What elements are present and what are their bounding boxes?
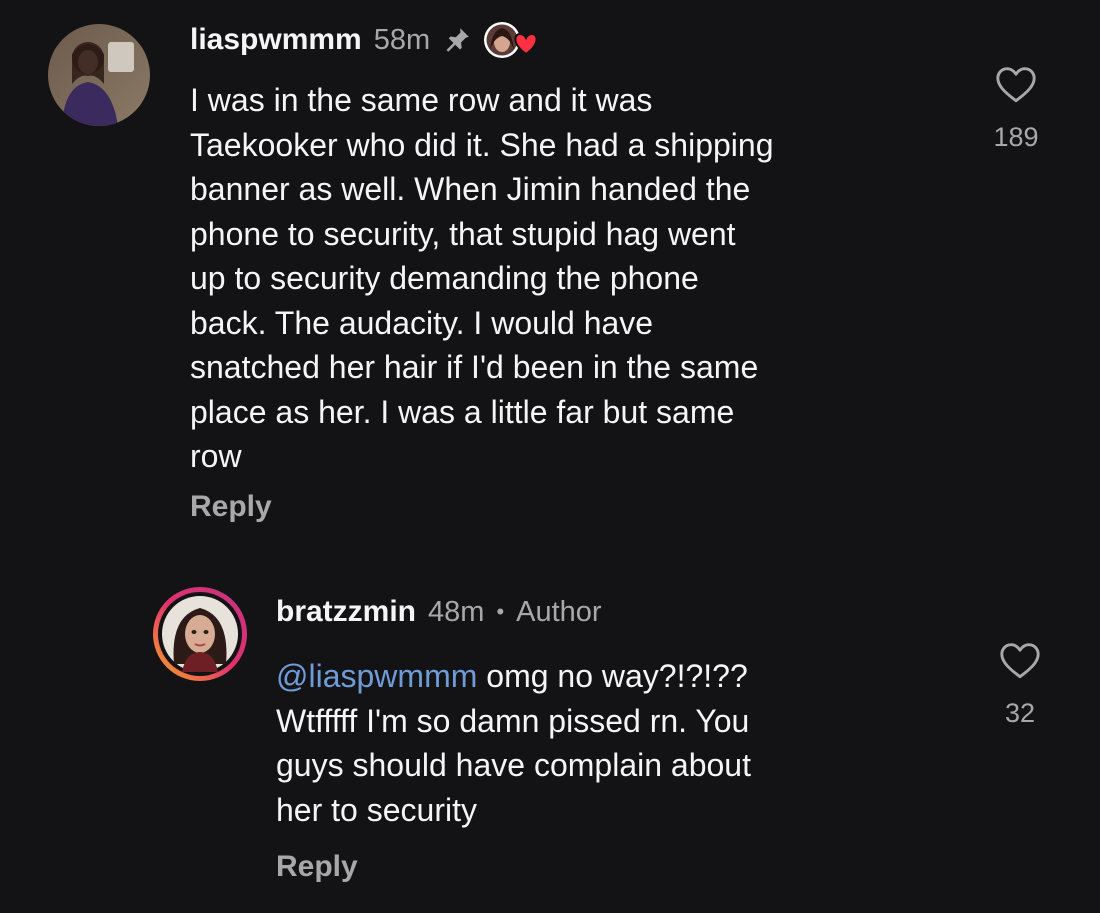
comment-line: place as her. I was a little far but sam…	[190, 393, 735, 430]
avatar-bratzzmin[interactable]	[152, 586, 248, 682]
separator-dot: •	[496, 599, 505, 624]
comment-line: Taekooker who did it. She had a shipping	[190, 126, 774, 163]
comment-line: guys should have complain about	[276, 747, 751, 783]
comment-1: liaspwmmm 58m I was in the same row and …	[0, 0, 1100, 560]
author-badge: Author	[516, 595, 602, 628]
comment-line: row	[190, 438, 242, 474]
comment-line: Wtfffff I'm so damn pissed rn. You	[276, 702, 750, 739]
like-count: 32	[1004, 698, 1036, 728]
timestamp: 48m	[428, 595, 485, 628]
comment-line: back. The audacity. I would have	[190, 304, 654, 341]
username[interactable]: bratzzmin	[276, 595, 416, 629]
pin-icon	[442, 25, 472, 55]
comment-line: @liaspwmmm omg no way?!?!??	[276, 654, 751, 699]
avatar-liaspwmmm[interactable]	[48, 24, 150, 126]
comment-line-text: omg no way?!?!??	[477, 658, 748, 694]
comment-meta: bratzzmin 48m • Author	[276, 592, 602, 632]
comment-text: I was in the same row and it was Taekook…	[190, 78, 774, 479]
like-button[interactable]	[998, 640, 1042, 680]
comment-line: banner as well. When Jimin handed the	[190, 171, 751, 207]
creator-heart-avatar-icon	[482, 20, 538, 60]
like-count: 189	[993, 122, 1039, 152]
username[interactable]: liaspwmmm	[190, 23, 362, 57]
comment-line: up to security demanding the phone	[190, 260, 699, 296]
comment-line: phone to security, that stupid hag went	[190, 215, 736, 252]
timestamp: 58m	[373, 23, 431, 56]
reply-button[interactable]: Reply	[190, 490, 272, 524]
comment-meta: liaspwmmm 58m	[190, 20, 538, 60]
reply-button[interactable]: Reply	[276, 850, 358, 884]
comment-line: snatched her hair if I'd been in the sam…	[190, 349, 759, 385]
heart-outline-icon	[996, 67, 1036, 103]
comment-2: bratzzmin 48m • Author @liaspwmmm omg no…	[0, 560, 1100, 913]
avatar-image	[153, 587, 247, 681]
comment-line: I was in the same row and it was	[190, 82, 653, 118]
mention-link[interactable]: @liaspwmmm	[276, 658, 477, 694]
heart-outline-icon	[1000, 643, 1040, 679]
comment-text: @liaspwmmm omg no way?!?!?? Wtfffff I'm …	[276, 654, 751, 832]
like-button[interactable]	[994, 64, 1038, 104]
comment-line: her to security	[276, 791, 477, 828]
avatar-image	[48, 24, 150, 126]
